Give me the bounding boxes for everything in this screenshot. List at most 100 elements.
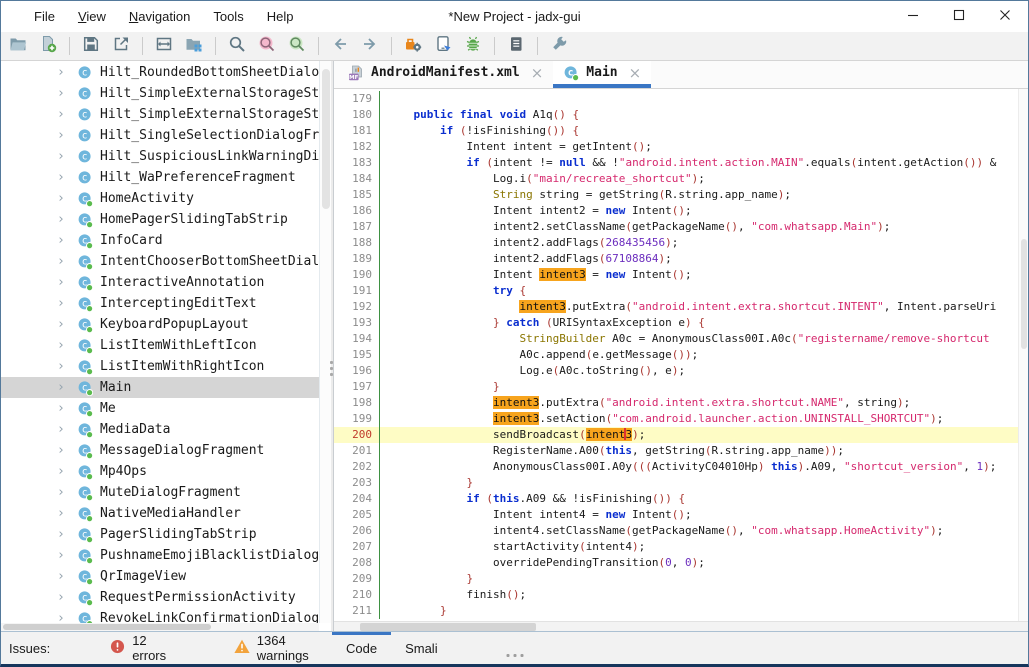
menu-view[interactable]: View <box>78 9 106 24</box>
bottom-tab-smali[interactable]: Smali <box>391 632 452 664</box>
chevron-right-icon[interactable]: › <box>57 503 77 524</box>
tree-item-Main[interactable]: ›cMain <box>1 377 331 398</box>
tree-item-MessageDialogFragment[interactable]: ›cMessageDialogFragment <box>1 440 331 461</box>
bottom-tab-code[interactable]: Code <box>332 632 391 664</box>
tree-horizontal-scrollbar[interactable] <box>1 623 319 631</box>
tree-item-ListItemWithRightIcon[interactable]: ›cListItemWithRightIcon <box>1 356 331 377</box>
tree-item-label: HomePagerSlidingTabStrip <box>100 212 288 227</box>
code-text: } catch (URISyntaxException e) { <box>380 315 1028 331</box>
close-button[interactable] <box>982 1 1028 32</box>
chevron-right-icon[interactable]: › <box>57 314 77 335</box>
flat-packages-button[interactable] <box>182 34 206 58</box>
tree-item-HomeActivity[interactable]: ›cHomeActivity <box>1 188 331 209</box>
chevron-right-icon[interactable]: › <box>57 440 77 461</box>
tree-item-QrImageView[interactable]: ›cQrImageView <box>1 566 331 587</box>
tree-item-HomePagerSlidingTabStrip[interactable]: ›cHomePagerSlidingTabStrip <box>1 209 331 230</box>
chevron-right-icon[interactable]: › <box>57 335 77 356</box>
errors-indicator[interactable]: 12 errors <box>110 633 178 663</box>
menu-navigation[interactable]: Navigation <box>129 9 190 24</box>
export-button[interactable] <box>109 34 133 58</box>
tree-item-Hilt_SimpleExternalStorageSt[interactable]: ›cHilt_SimpleExternalStorageSt <box>1 104 331 125</box>
code-text: Intent intent = getIntent(); <box>380 139 1028 155</box>
editor-horizontal-scrollbar[interactable] <box>334 621 1028 631</box>
tree-item-Mp4Ops[interactable]: ›cMp4Ops <box>1 461 331 482</box>
debug-button[interactable] <box>461 34 485 58</box>
minimize-button[interactable] <box>890 1 936 32</box>
chevron-right-icon[interactable]: › <box>57 293 77 314</box>
back-button[interactable] <box>328 34 352 58</box>
tree-item-InfoCard[interactable]: ›cInfoCard <box>1 230 331 251</box>
adb-device-button[interactable] <box>431 34 455 58</box>
chevron-right-icon[interactable]: › <box>57 272 77 293</box>
close-icon[interactable]: × <box>531 64 544 82</box>
maximize-button[interactable] <box>936 1 982 32</box>
code-editor[interactable]: 179180 public final void A1q() {181 if (… <box>334 89 1028 621</box>
chevron-right-icon[interactable]: › <box>57 230 77 251</box>
tree-vertical-scrollbar[interactable] <box>319 61 331 623</box>
tree-item-IntentChooserBottomSheetDial[interactable]: ›cIntentChooserBottomSheetDial <box>1 251 331 272</box>
editor-horizontal-scrollbar-thumb[interactable] <box>360 623 536 631</box>
tree-item-NativeMediaHandler[interactable]: ›cNativeMediaHandler <box>1 503 331 524</box>
text-search-button[interactable] <box>225 34 249 58</box>
chevron-right-icon[interactable]: › <box>57 62 77 83</box>
chevron-right-icon[interactable]: › <box>57 566 77 587</box>
editor-panel: MFAndroidManifest.xml×cMain× 179180 publ… <box>333 61 1028 631</box>
tree-item-MediaData[interactable]: ›cMediaData <box>1 419 331 440</box>
tree-item-RequestPermissionActivity[interactable]: ›cRequestPermissionActivity <box>1 587 331 608</box>
editor-tab-AndroidManifest.xml[interactable]: MFAndroidManifest.xml× <box>338 61 553 88</box>
tree-item-InterceptingEditText[interactable]: ›cInterceptingEditText <box>1 293 331 314</box>
tree-item-MuteDialogFragment[interactable]: ›cMuteDialogFragment <box>1 482 331 503</box>
chevron-right-icon[interactable]: › <box>57 188 77 209</box>
menu-help[interactable]: Help <box>267 9 294 24</box>
forward-button[interactable] <box>358 34 382 58</box>
chevron-right-icon[interactable]: › <box>57 524 77 545</box>
add-files-button[interactable] <box>36 34 60 58</box>
menu-tools[interactable]: Tools <box>213 9 243 24</box>
tree-item-InteractiveAnnotation[interactable]: ›cInteractiveAnnotation <box>1 272 331 293</box>
deobfuscation-button[interactable] <box>401 34 425 58</box>
comment-search-button[interactable] <box>285 34 309 58</box>
tree-horizontal-scrollbar-thumb[interactable] <box>3 624 211 630</box>
bottom-panel-grip-icon[interactable] <box>506 654 523 657</box>
chevron-right-icon[interactable]: › <box>57 209 77 230</box>
editor-vertical-scrollbar-thumb[interactable] <box>1021 239 1027 349</box>
chevron-right-icon[interactable]: › <box>57 461 77 482</box>
chevron-right-icon[interactable]: › <box>57 398 77 419</box>
chevron-right-icon[interactable]: › <box>57 125 77 146</box>
tree-item-Hilt_SingleSelectionDialogFr[interactable]: ›cHilt_SingleSelectionDialogFr <box>1 125 331 146</box>
warnings-indicator[interactable]: 1364 warnings <box>234 633 332 663</box>
tree-item-PushnameEmojiBlacklistDialog[interactable]: ›cPushnameEmojiBlacklistDialog <box>1 545 331 566</box>
save-all-button[interactable] <box>79 34 103 58</box>
editor-vertical-scrollbar[interactable] <box>1018 89 1028 621</box>
tree-item-Hilt_RoundedBottomSheetDialo[interactable]: ›cHilt_RoundedBottomSheetDialo <box>1 62 331 83</box>
chevron-right-icon[interactable]: › <box>57 146 77 167</box>
chevron-right-icon[interactable]: › <box>57 482 77 503</box>
chevron-right-icon[interactable]: › <box>57 83 77 104</box>
tree-item-PagerSlidingTabStrip[interactable]: ›cPagerSlidingTabStrip <box>1 524 331 545</box>
tree-item-Hilt_SimpleExternalStorageSt[interactable]: ›cHilt_SimpleExternalStorageSt <box>1 83 331 104</box>
sync-with-editor-button[interactable] <box>152 34 176 58</box>
tree-item-Hilt_SuspiciousLinkWarningDi[interactable]: ›cHilt_SuspiciousLinkWarningDi <box>1 146 331 167</box>
close-icon[interactable]: × <box>629 64 642 82</box>
open-file-button[interactable] <box>6 34 30 58</box>
chevron-right-icon[interactable]: › <box>57 587 77 608</box>
tree-vertical-scrollbar-thumb[interactable] <box>322 69 330 209</box>
chevron-right-icon[interactable]: › <box>57 356 77 377</box>
chevron-right-icon[interactable]: › <box>57 419 77 440</box>
tree-item-Hilt_WaPreferenceFragment[interactable]: ›cHilt_WaPreferenceFragment <box>1 167 331 188</box>
class-search-button[interactable] <box>255 34 279 58</box>
tree-item-KeyboardPopupLayout[interactable]: ›cKeyboardPopupLayout <box>1 314 331 335</box>
chevron-right-icon[interactable]: › <box>57 167 77 188</box>
menu-file[interactable]: File <box>34 9 55 24</box>
tree-item-Me[interactable]: ›cMe <box>1 398 331 419</box>
chevron-right-icon[interactable]: › <box>57 251 77 272</box>
chevron-right-icon[interactable]: › <box>57 104 77 125</box>
editor-tab-Main[interactable]: cMain× <box>553 61 651 88</box>
panel-splitter[interactable] <box>331 61 333 631</box>
log-viewer-button[interactable] <box>504 34 528 58</box>
preferences-button[interactable] <box>547 34 571 58</box>
chevron-right-icon[interactable]: › <box>57 377 77 398</box>
line-number: 193 <box>334 315 380 331</box>
tree-item-ListItemWithLeftIcon[interactable]: ›cListItemWithLeftIcon <box>1 335 331 356</box>
chevron-right-icon[interactable]: › <box>57 545 77 566</box>
